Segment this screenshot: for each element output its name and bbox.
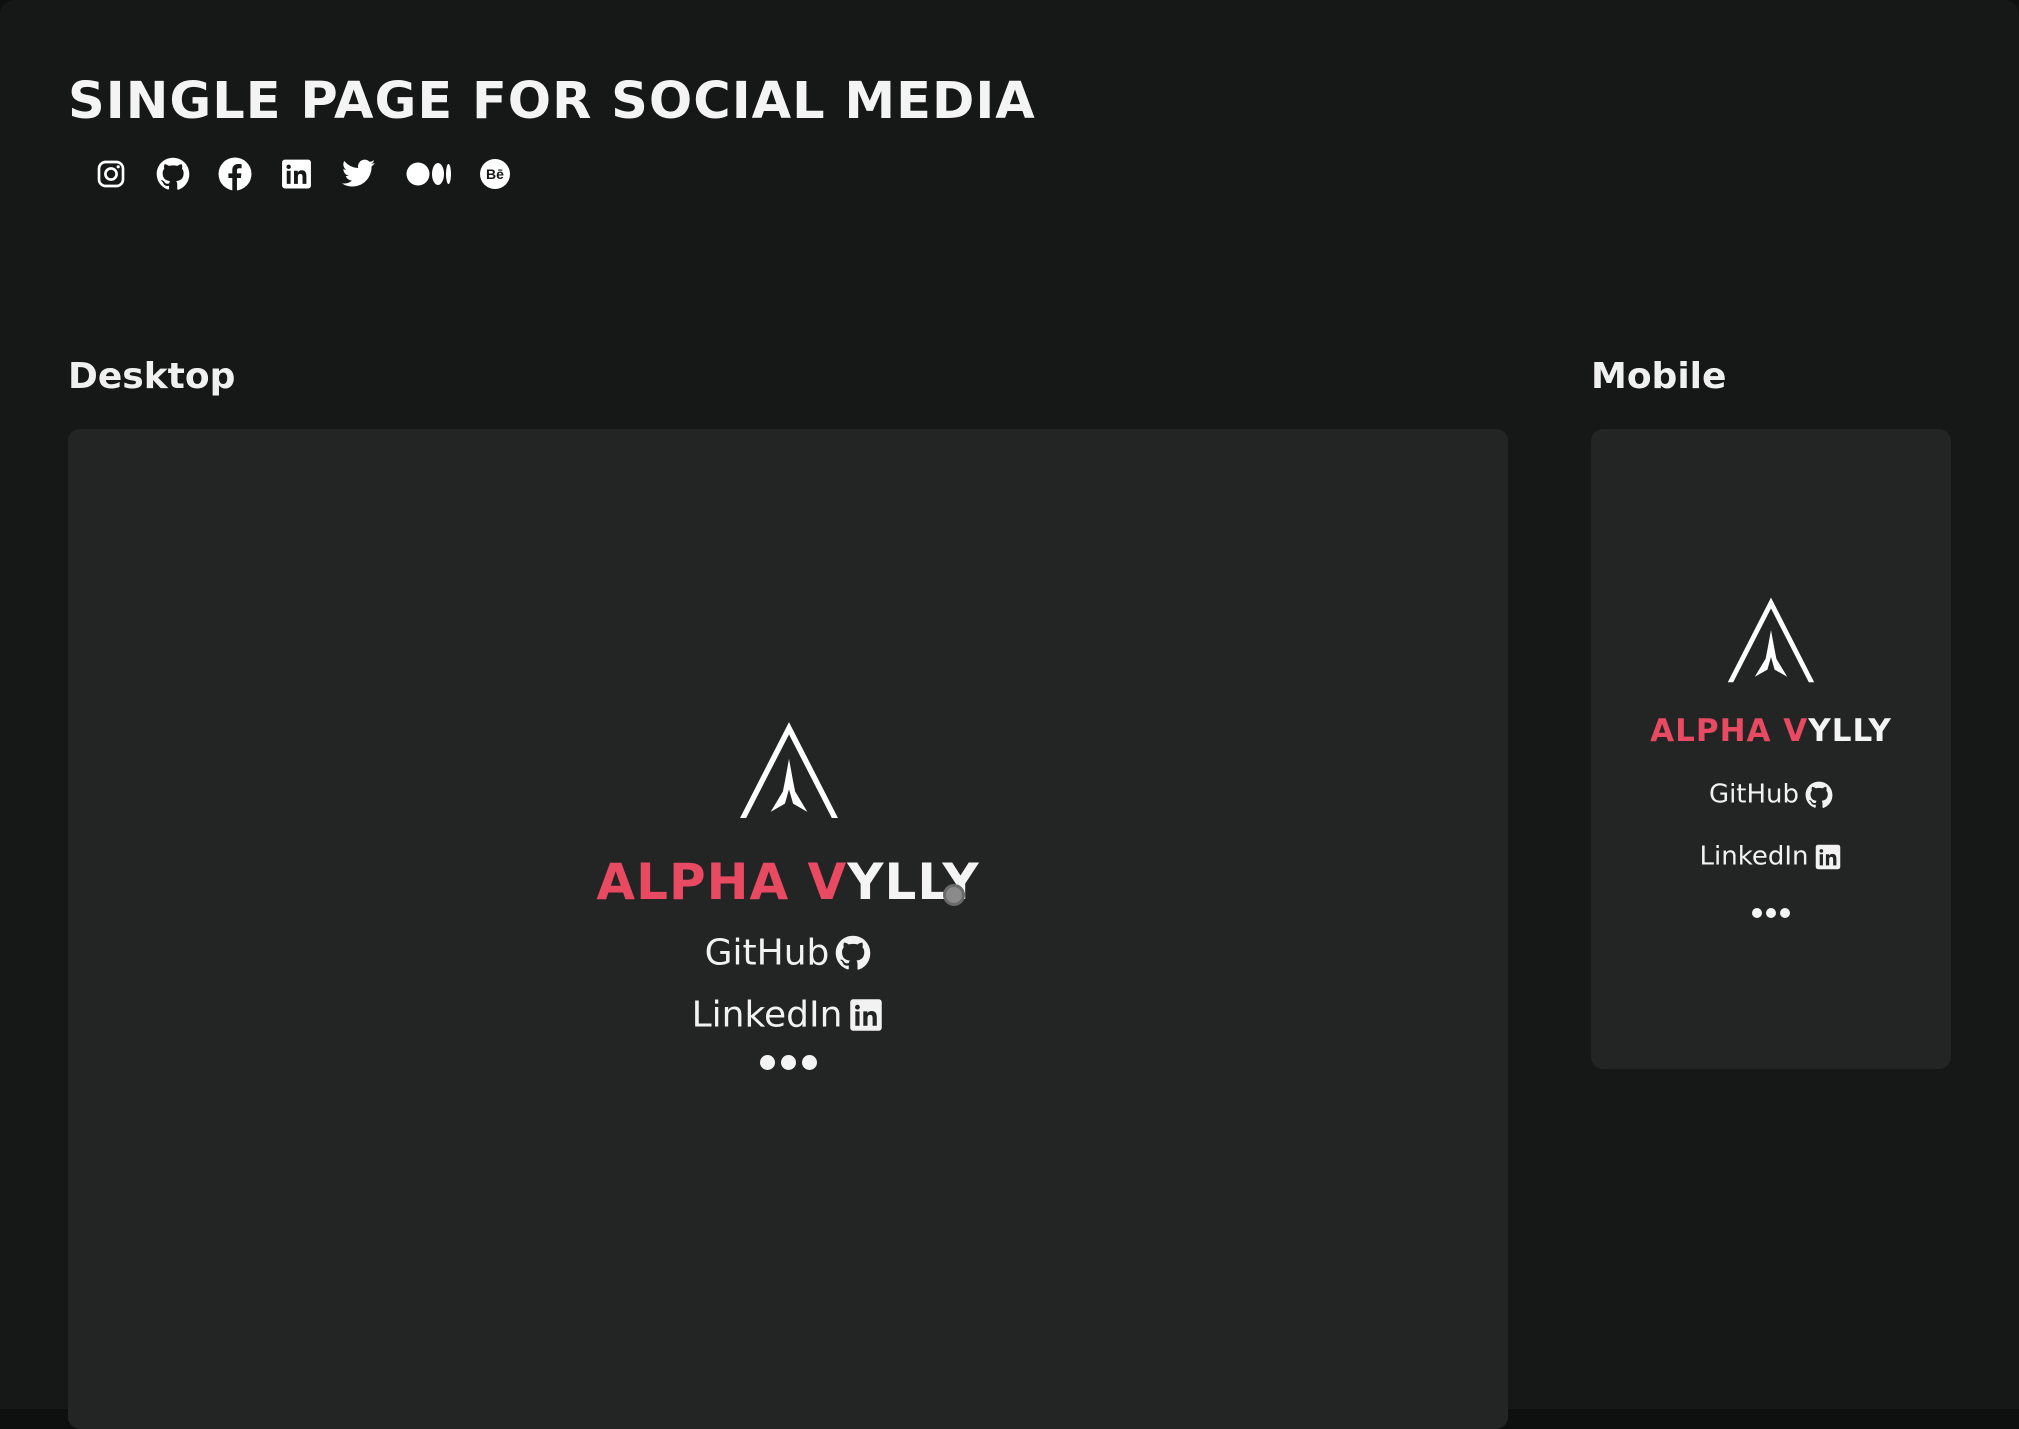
github-link-label: GitHub xyxy=(704,932,830,974)
svg-text:Bē: Bē xyxy=(486,166,504,182)
profile-name-accent: ALPHA V xyxy=(596,853,848,911)
behance-icon[interactable]: Bē xyxy=(479,156,511,192)
more-dots-icon[interactable] xyxy=(68,1055,1508,1074)
github-icon xyxy=(1805,781,1833,809)
linkedin-icon xyxy=(1814,843,1842,871)
mouse-cursor-icon xyxy=(943,884,965,906)
desktop-preview-card: ALPHA VYLLY GitHub LinkedIn xyxy=(68,429,1508,1429)
desktop-label: Desktop xyxy=(68,356,236,397)
more-dots-icon[interactable] xyxy=(1591,903,1951,922)
page-title: SINGLE PAGE FOR SOCIAL MEDIA xyxy=(68,72,1036,131)
profile-name: ALPHA VYLLY xyxy=(1591,713,1951,749)
medium-icon[interactable] xyxy=(406,156,452,192)
mobile-label: Mobile xyxy=(1591,356,1727,397)
github-link[interactable]: GitHub xyxy=(68,931,1508,974)
alpha-logo-icon xyxy=(1725,594,1817,684)
alpha-logo-icon xyxy=(737,718,841,820)
facebook-icon[interactable] xyxy=(217,156,253,192)
linkedin-icon xyxy=(848,997,884,1033)
instagram-icon[interactable] xyxy=(95,156,127,192)
profile-name: ALPHA VYLLY xyxy=(68,853,1508,911)
github-link[interactable]: GitHub xyxy=(1591,779,1951,810)
linkedin-link-label: LinkedIn xyxy=(1699,841,1809,872)
linkedin-link[interactable]: LinkedIn xyxy=(1591,841,1951,872)
github-icon xyxy=(835,935,871,971)
linkedin-icon[interactable] xyxy=(280,156,313,192)
page-frame: SINGLE PAGE FOR SOCIAL MEDIA Bē Desktop … xyxy=(0,0,2019,1429)
linkedin-link-label: LinkedIn xyxy=(691,994,843,1036)
linkedin-link[interactable]: LinkedIn xyxy=(68,993,1508,1036)
github-link-label: GitHub xyxy=(1708,779,1800,810)
mobile-preview-card: ALPHA VYLLY GitHub LinkedIn xyxy=(1591,429,1951,1069)
twitter-icon[interactable] xyxy=(340,156,377,192)
profile-name-accent: ALPHA V xyxy=(1650,713,1809,749)
github-icon[interactable] xyxy=(156,156,190,192)
profile-name-rest: YLLY xyxy=(1808,713,1892,749)
